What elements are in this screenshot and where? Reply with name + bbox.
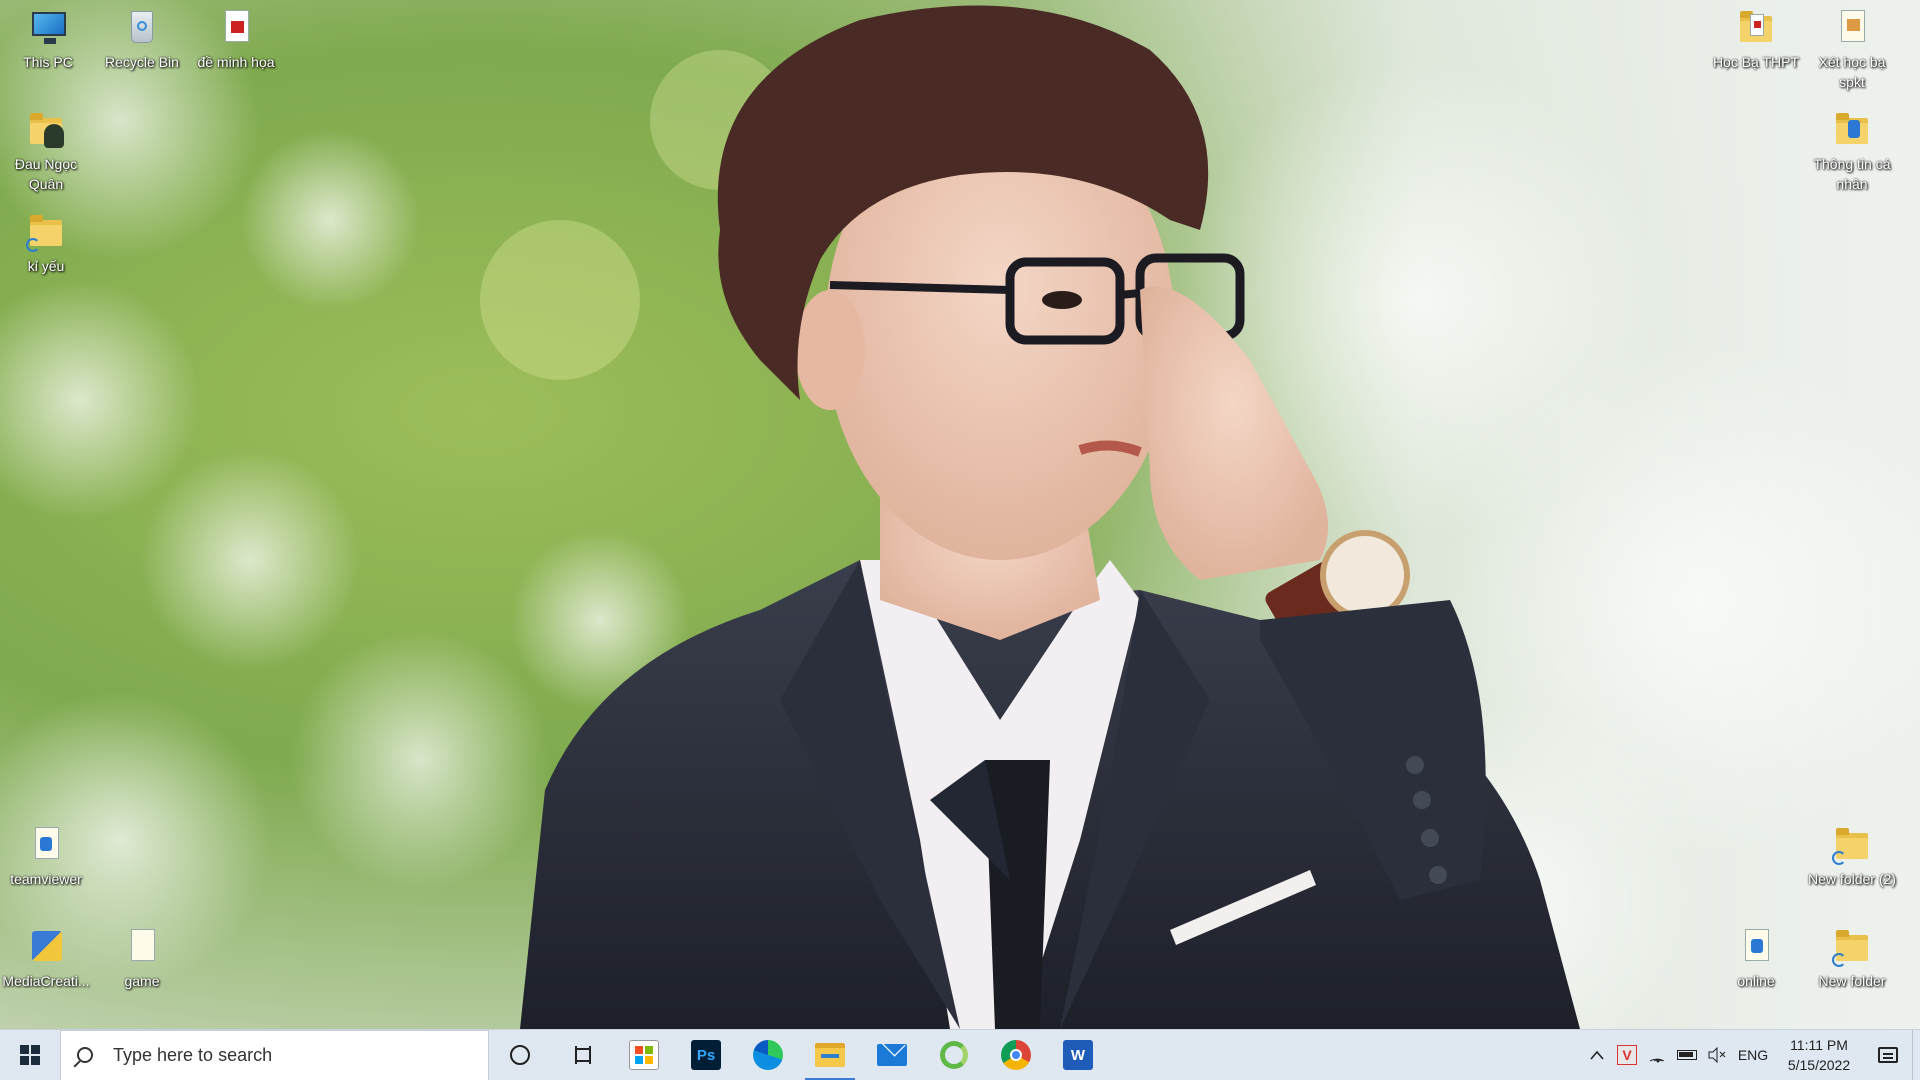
folder-shortcut-icon <box>26 212 66 252</box>
desktop-icon-label: online <box>1737 973 1775 989</box>
desktop-icon-label: MediaCreati... <box>2 973 90 989</box>
user-folder-icon <box>26 110 66 150</box>
mail-icon <box>877 1044 907 1066</box>
folder-icon <box>1832 110 1872 150</box>
desktop-icon-label: Học Bạ THPT <box>1712 54 1800 70</box>
notification-icon <box>1878 1047 1898 1063</box>
desktop-icon-mediacreation[interactable]: MediaCreati... <box>0 927 92 991</box>
desktop-icon-dau-ngoc-quan[interactable]: Đau Ngọc Quân <box>0 110 92 194</box>
chrome-icon <box>1001 1040 1031 1070</box>
desktop-icon-game[interactable]: game <box>96 927 188 991</box>
system-tray: V ENG 11:11 PM 5/15/2022 <box>1582 1029 1920 1080</box>
search-placeholder: Type here to search <box>113 1044 273 1065</box>
word-button[interactable]: W <box>1047 1030 1109 1080</box>
desktop-icon-label: New folder (2) <box>1808 871 1896 887</box>
search-icon <box>77 1047 93 1063</box>
document-icon <box>26 825 66 865</box>
desktop-icon-label: đề minh họa <box>197 54 275 70</box>
file-explorer-button[interactable] <box>799 1030 861 1080</box>
cortana-button[interactable] <box>489 1030 551 1080</box>
photoshop-button[interactable]: Ps <box>675 1030 737 1080</box>
desktop-icon-ki-yeu[interactable]: kỉ yếu <box>0 212 92 276</box>
pdf-folder-icon <box>1736 8 1776 48</box>
desktop-icon-new-folder-2[interactable]: New folder (2) <box>1806 825 1898 889</box>
battery-icon[interactable] <box>1672 1030 1702 1080</box>
this-pc-icon <box>28 8 68 48</box>
desktop-icon-label: This PC <box>23 54 73 70</box>
desktop-wallpaper <box>0 0 1920 1029</box>
desktop-icon-de-minh-hoa[interactable]: đề minh họa <box>190 8 282 72</box>
chevron-up-icon[interactable] <box>1582 1030 1612 1080</box>
clock[interactable]: 11:11 PM 5/15/2022 <box>1774 1030 1864 1080</box>
desktop-icon-label: kỉ yếu <box>27 258 65 274</box>
photoshop-icon: Ps <box>691 1040 721 1070</box>
clock-date: 5/15/2022 <box>1787 1057 1851 1073</box>
edge-button[interactable] <box>737 1030 799 1080</box>
desktop-icon-label: teamviewer <box>10 871 82 887</box>
action-center-button[interactable] <box>1864 1030 1912 1080</box>
task-view-icon <box>571 1046 593 1064</box>
file-explorer-icon <box>815 1043 845 1067</box>
desktop-icon-label: game <box>124 973 160 989</box>
clock-time: 11:11 PM <box>1790 1037 1848 1053</box>
media-creation-tool-icon <box>26 927 66 967</box>
taskbar: Type here to search Ps W V ENG 11:11 PM … <box>0 1029 1920 1080</box>
desktop-icon-thong-tin-ca-nhan[interactable]: Thông tin cá nhân <box>1806 110 1898 194</box>
folder-shortcut-icon <box>1832 927 1872 967</box>
document-icon <box>122 927 162 967</box>
task-view-button[interactable] <box>551 1030 613 1080</box>
document-icon <box>1736 927 1776 967</box>
store-icon <box>629 1040 659 1070</box>
windows-logo-icon <box>20 1045 40 1065</box>
edge-icon <box>753 1040 783 1070</box>
desktop-icon-xet-hoc-ba-spkt[interactable]: Xét học bạ spkt <box>1806 8 1898 92</box>
desktop-icon-hoc-ba-thpt[interactable]: Học Bạ THPT <box>1710 8 1802 72</box>
wifi-icon[interactable] <box>1642 1030 1672 1080</box>
microsoft-store-button[interactable] <box>613 1030 675 1080</box>
chrome-button[interactable] <box>985 1030 1047 1080</box>
recycle-bin-icon <box>122 8 162 48</box>
green-app-button[interactable] <box>923 1030 985 1080</box>
desktop-icon-this-pc[interactable]: This PC <box>2 8 94 72</box>
volume-muted-icon[interactable] <box>1702 1030 1732 1080</box>
folder-shortcut-icon <box>1832 825 1872 865</box>
show-desktop-button[interactable] <box>1912 1029 1920 1080</box>
desktop-icon-recycle-bin[interactable]: Recycle Bin <box>96 8 188 72</box>
desktop-icon-new-folder[interactable]: New folder <box>1806 927 1898 991</box>
start-button[interactable] <box>0 1030 60 1080</box>
desktop-icon-online[interactable]: online <box>1710 927 1802 991</box>
mail-button[interactable] <box>861 1030 923 1080</box>
pdf-document-icon <box>216 8 256 48</box>
cortana-ring-icon <box>510 1045 530 1065</box>
document-icon <box>1832 8 1872 48</box>
desktop-icon-label: New folder <box>1818 973 1886 989</box>
desktop-icon-label: Recycle Bin <box>105 54 179 70</box>
desktop-icon-teamviewer[interactable]: teamviewer <box>0 825 92 889</box>
word-icon: W <box>1063 1040 1093 1070</box>
desktop-icon-label: Xét học bạ spkt <box>1818 54 1886 90</box>
antivirus-v-icon[interactable]: V <box>1612 1030 1642 1080</box>
desktop-icon-label: Thông tin cá nhân <box>1813 156 1891 192</box>
language-indicator[interactable]: ENG <box>1732 1030 1774 1080</box>
green-swirl-icon <box>940 1041 968 1069</box>
desktop-icon-label: Đau Ngọc Quân <box>14 156 78 192</box>
taskbar-search-box[interactable]: Type here to search <box>60 1029 489 1080</box>
